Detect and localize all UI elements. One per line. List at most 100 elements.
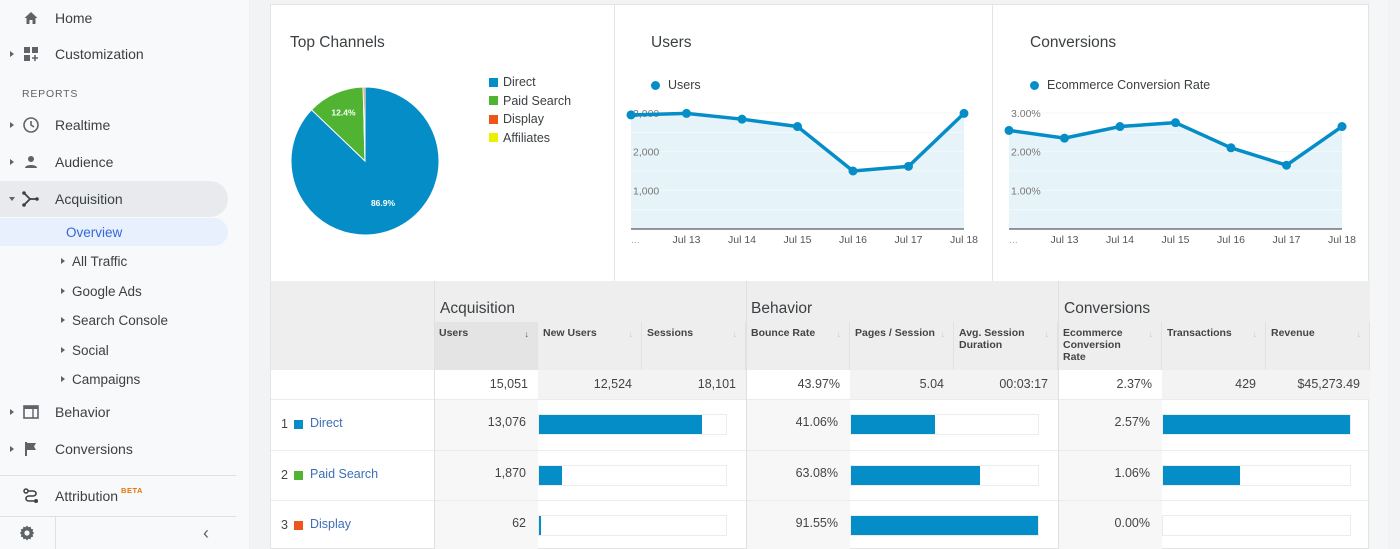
sidebar-subitem-overview[interactable]: Overview: [0, 218, 228, 246]
data-point[interactable]: [1282, 160, 1291, 170]
metric-value: 0.00%: [1058, 501, 1162, 549]
data-point[interactable]: [682, 108, 691, 118]
channel-color-swatch: [294, 420, 303, 429]
sidebar-subitem-search-console[interactable]: Search Console: [0, 306, 228, 334]
total-value: 5.04: [850, 370, 954, 399]
column-header-ecommerce-conversion-rate[interactable]: Ecommerce Conversion Rate ↓: [1058, 322, 1162, 370]
column-header-revenue[interactable]: Revenue ↓: [1266, 322, 1370, 370]
data-point[interactable]: [1337, 122, 1347, 132]
x-tick-label: Jul 15: [783, 234, 811, 246]
row-number: 3: [281, 518, 288, 532]
sidebar-item-label: Realtime: [55, 117, 111, 133]
pie-legend-item: Paid Search: [489, 94, 571, 108]
sort-arrow-icon[interactable]: ↓: [1045, 328, 1050, 340]
pie-data-label: 12.4%: [331, 107, 356, 117]
sidebar-subitem-social[interactable]: Social: [0, 336, 228, 364]
sort-arrow-icon[interactable]: ↓: [733, 328, 738, 340]
group-title-acquisition: Acquisition: [440, 300, 515, 317]
x-tick-label: ...: [1009, 234, 1018, 246]
channel-color-swatch: [294, 521, 303, 530]
sidebar-item-realtime[interactable]: Realtime: [0, 107, 228, 143]
data-point[interactable]: [626, 110, 636, 120]
caret-right-icon: [10, 409, 14, 415]
sidebar-subitem-all-traffic[interactable]: All Traffic: [0, 247, 228, 275]
channel-link[interactable]: Display: [310, 517, 351, 531]
legend-swatch: [489, 77, 498, 87]
data-point[interactable]: [848, 166, 858, 176]
sort-arrow-icon[interactable]: ↓: [1149, 328, 1154, 340]
sidebar-item-label: Attribution BETA: [55, 486, 142, 504]
data-point[interactable]: [1004, 125, 1014, 135]
sort-arrow-icon[interactable]: ↓: [629, 328, 634, 340]
right-gutter: [1370, 0, 1388, 549]
column-header-sessions[interactable]: Sessions ↓: [642, 322, 746, 370]
channel-link[interactable]: Direct: [310, 416, 343, 430]
data-point[interactable]: [737, 114, 747, 124]
column-header-bounce-rate[interactable]: Bounce Rate ↓: [746, 322, 850, 370]
users-card: Users Users 1,000 2,000 3,000... Jul 13 Jul …: [615, 5, 993, 281]
data-point[interactable]: [959, 108, 969, 118]
total-value: 15,051: [434, 370, 538, 399]
pie-chart: 86.9% 12.4%: [290, 86, 440, 236]
sort-arrow-icon[interactable]: ↓: [837, 328, 842, 340]
home-icon: [22, 9, 40, 27]
column-header-transactions[interactable]: Transactions ↓: [1162, 322, 1266, 370]
data-point[interactable]: [1115, 122, 1125, 132]
channel-color-swatch: [294, 470, 303, 480]
percentage-bar: [1162, 464, 1351, 486]
metric-value: 91.55%: [746, 501, 850, 549]
chevron-left-icon[interactable]: ‹: [203, 523, 209, 544]
data-point[interactable]: [1171, 118, 1180, 128]
column-header-avg-session-duration[interactable]: Avg. Session Duration ↓: [954, 322, 1058, 370]
legend-dot: [651, 80, 660, 90]
column-header-users[interactable]: Users ↓: [434, 322, 538, 370]
sidebar-item-audience[interactable]: Audience: [0, 144, 228, 180]
percentage-bar: [850, 414, 1039, 435]
sort-arrow-icon[interactable]: ↓: [1357, 328, 1362, 340]
sort-arrow-icon[interactable]: ↓: [525, 328, 530, 340]
sidebar: Home Customization REPORTS Realtime Audi…: [0, 0, 250, 549]
percentage-bar: [538, 414, 727, 435]
row-number: 1: [281, 417, 288, 431]
totals-label-cell: [271, 370, 434, 399]
sidebar-item-acquisition[interactable]: Acquisition: [0, 181, 228, 217]
sidebar-subitem-google-ads[interactable]: Google Ads: [0, 277, 228, 305]
sidebar-subitem-label: Search Console: [72, 312, 169, 328]
footer-separator: [55, 517, 56, 549]
sidebar-item-behavior[interactable]: Behavior: [0, 394, 228, 430]
percentage-bar-fill: [1163, 415, 1350, 434]
acquisition-icon: [22, 190, 40, 208]
column-header-new-users[interactable]: New Users ↓: [538, 322, 642, 370]
column-header-pages-session[interactable]: Pages / Session ↓: [850, 322, 954, 370]
y-tick-label: 1.00%: [1011, 185, 1041, 197]
card-title: Users: [651, 34, 692, 51]
sort-arrow-icon[interactable]: ↓: [1253, 328, 1258, 340]
sidebar-item-conversions[interactable]: Conversions: [0, 431, 228, 467]
sidebar-item-customization[interactable]: Customization: [0, 36, 228, 72]
column-header-label: Users: [439, 327, 469, 339]
total-value: 429: [1162, 370, 1266, 399]
column-header-label: Bounce Rate: [751, 327, 816, 339]
x-tick-label: Jul 13: [672, 234, 700, 246]
percentage-bar-fill: [851, 516, 1038, 535]
clock-icon: [22, 116, 40, 134]
data-point[interactable]: [793, 122, 802, 132]
sidebar-item-attribution[interactable]: Attribution BETA: [0, 478, 228, 514]
row-number: 2: [281, 467, 288, 482]
gear-icon[interactable]: [18, 524, 38, 544]
data-point[interactable]: [1226, 143, 1236, 153]
sidebar-subitem-campaigns[interactable]: Campaigns: [0, 365, 228, 393]
sort-arrow-icon[interactable]: ↓: [941, 328, 946, 340]
x-tick-label: Jul 18: [950, 234, 978, 246]
caret-right-icon: [61, 347, 65, 353]
x-tick-label: Jul 16: [839, 234, 867, 246]
legend-label: Users: [668, 78, 701, 92]
column-header-label: Revenue: [1271, 327, 1315, 339]
caret-right-icon: [10, 446, 14, 452]
sidebar-item-home[interactable]: Home: [0, 0, 228, 36]
data-point[interactable]: [904, 161, 913, 171]
data-point[interactable]: [1060, 133, 1069, 143]
column-header-label: New Users: [543, 327, 597, 339]
sidebar-item-label: Acquisition: [55, 191, 123, 207]
channel-link[interactable]: Paid Search: [310, 467, 378, 481]
